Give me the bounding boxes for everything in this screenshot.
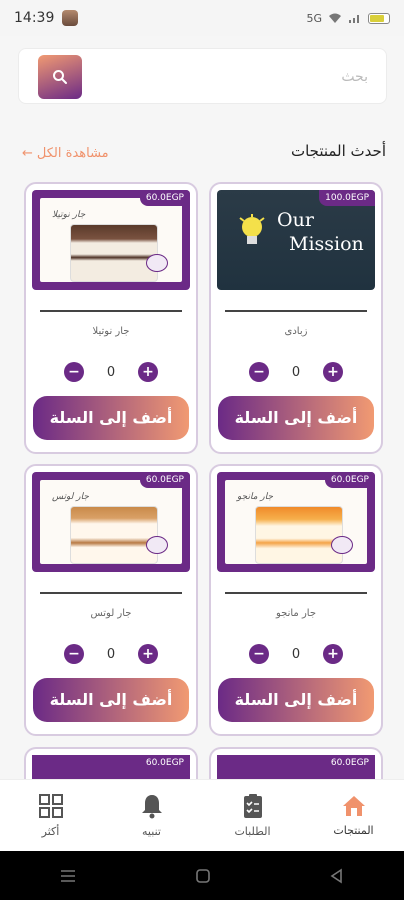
jar-label: جار نوتيلا (52, 210, 86, 220)
price-badge: 60.0EGP (324, 472, 375, 488)
jar-photo (70, 224, 158, 282)
quantity-stepper: − 0 + (211, 362, 381, 382)
clipboard-icon (243, 794, 262, 818)
battery-icon (368, 12, 390, 24)
nav-item-products[interactable]: المنتجات (303, 780, 404, 851)
nav-item-notifications[interactable]: تنبيه (101, 780, 202, 851)
product-image: جار نوتيلا 60.0EGP (32, 190, 190, 290)
product-card[interactable]: جار لوتس 60.0EGP جار لوتس − 0 + أضف إلى … (24, 464, 198, 736)
add-to-cart-button[interactable]: أضف إلى السلة (218, 396, 374, 440)
nav-item-more[interactable]: أكثر (0, 780, 101, 851)
jar-label: جار لوتس (52, 492, 89, 502)
add-to-cart-button[interactable]: أضف إلى السلة (218, 678, 374, 722)
divider (225, 310, 367, 312)
product-image: جار مانجو 60.0EGP (217, 472, 375, 572)
quantity-value: 0 (291, 646, 301, 662)
section-title: أحدث المنتجات (290, 142, 386, 160)
product-name: زبادى (284, 326, 308, 337)
divider (40, 310, 182, 312)
plus-button[interactable]: + (323, 644, 343, 664)
brand-logo (146, 254, 168, 272)
product-image: Our Mission 100.0EGP (217, 190, 375, 290)
network-label: 5G (306, 11, 322, 25)
signal-icon (349, 15, 359, 23)
nav-label: تنبيه (142, 825, 161, 838)
arrow-left-icon: ← (22, 146, 33, 161)
plus-button[interactable]: + (323, 362, 343, 382)
see-all-link[interactable]: مشاهدة الكل ← (22, 146, 109, 161)
menu-icon[interactable] (59, 869, 77, 883)
back-icon[interactable] (329, 868, 345, 884)
system-nav-bar (0, 851, 404, 900)
see-all-label: مشاهدة الكل (36, 146, 109, 161)
product-card[interactable]: جار نوتيلا 60.0EGP جار نوتيلا − 0 + أضف … (24, 182, 198, 454)
lightbulb-icon (239, 214, 265, 244)
nav-label: المنتجات (333, 824, 374, 837)
quantity-stepper: − 0 + (26, 362, 196, 382)
plus-button[interactable]: + (138, 362, 158, 382)
price-badge: 60.0EGP (139, 755, 190, 771)
status-icons: 5G (306, 12, 390, 25)
quantity-value: 0 (106, 364, 116, 380)
nav-item-orders[interactable]: الطلبات (202, 780, 303, 851)
jar-label: جار مانجو (237, 492, 274, 502)
product-name: جار مانجو (275, 608, 317, 619)
nav-label: أكثر (41, 825, 60, 838)
quantity-value: 0 (106, 646, 116, 662)
nav-label: الطلبات (234, 825, 271, 838)
search-bar (18, 48, 387, 104)
price-badge: 60.0EGP (139, 190, 190, 206)
price-badge: 60.0EGP (324, 755, 375, 771)
quantity-value: 0 (291, 364, 301, 380)
divider (225, 592, 367, 594)
notification-avatar-icon (62, 10, 79, 26)
price-badge: 100.0EGP (319, 190, 375, 206)
status-time: 14:39 (14, 10, 55, 26)
minus-button[interactable]: − (249, 362, 269, 382)
minus-button[interactable]: − (64, 644, 84, 664)
minus-button[interactable]: − (249, 644, 269, 664)
price-badge: 60.0EGP (139, 472, 190, 488)
plus-button[interactable]: + (138, 644, 158, 664)
product-card[interactable]: جار مانجو 60.0EGP جار مانجو − 0 + أضف إل… (209, 464, 383, 736)
bell-icon (141, 795, 162, 819)
minus-button[interactable]: − (64, 362, 84, 382)
search-icon (53, 70, 67, 84)
product-name: جار نوتيلا (92, 326, 130, 337)
add-to-cart-button[interactable]: أضف إلى السلة (33, 396, 189, 440)
home-square-icon[interactable] (195, 868, 211, 884)
jar-photo (255, 506, 343, 564)
quantity-stepper: − 0 + (211, 644, 381, 664)
search-button[interactable] (38, 55, 82, 99)
brand-logo (146, 536, 168, 554)
image-caption: Our Mission (277, 209, 364, 255)
grid-icon (38, 794, 63, 818)
jar-photo (70, 506, 158, 564)
product-image: جار لوتس 60.0EGP (32, 472, 190, 572)
product-card[interactable]: Our Mission 100.0EGP زبادى − 0 + أضف إلى… (209, 182, 383, 454)
brand-logo (331, 536, 353, 554)
wifi-icon (329, 13, 341, 23)
product-name: جار لوتس (90, 608, 132, 619)
status-bar: 14:39 5G (0, 0, 404, 36)
bottom-nav: المنتجات الطلبات تنبيه أكثر (0, 779, 404, 851)
search-input[interactable] (128, 59, 368, 95)
divider (40, 592, 182, 594)
quantity-stepper: − 0 + (26, 644, 196, 664)
home-icon (342, 796, 365, 816)
add-to-cart-button[interactable]: أضف إلى السلة (33, 678, 189, 722)
